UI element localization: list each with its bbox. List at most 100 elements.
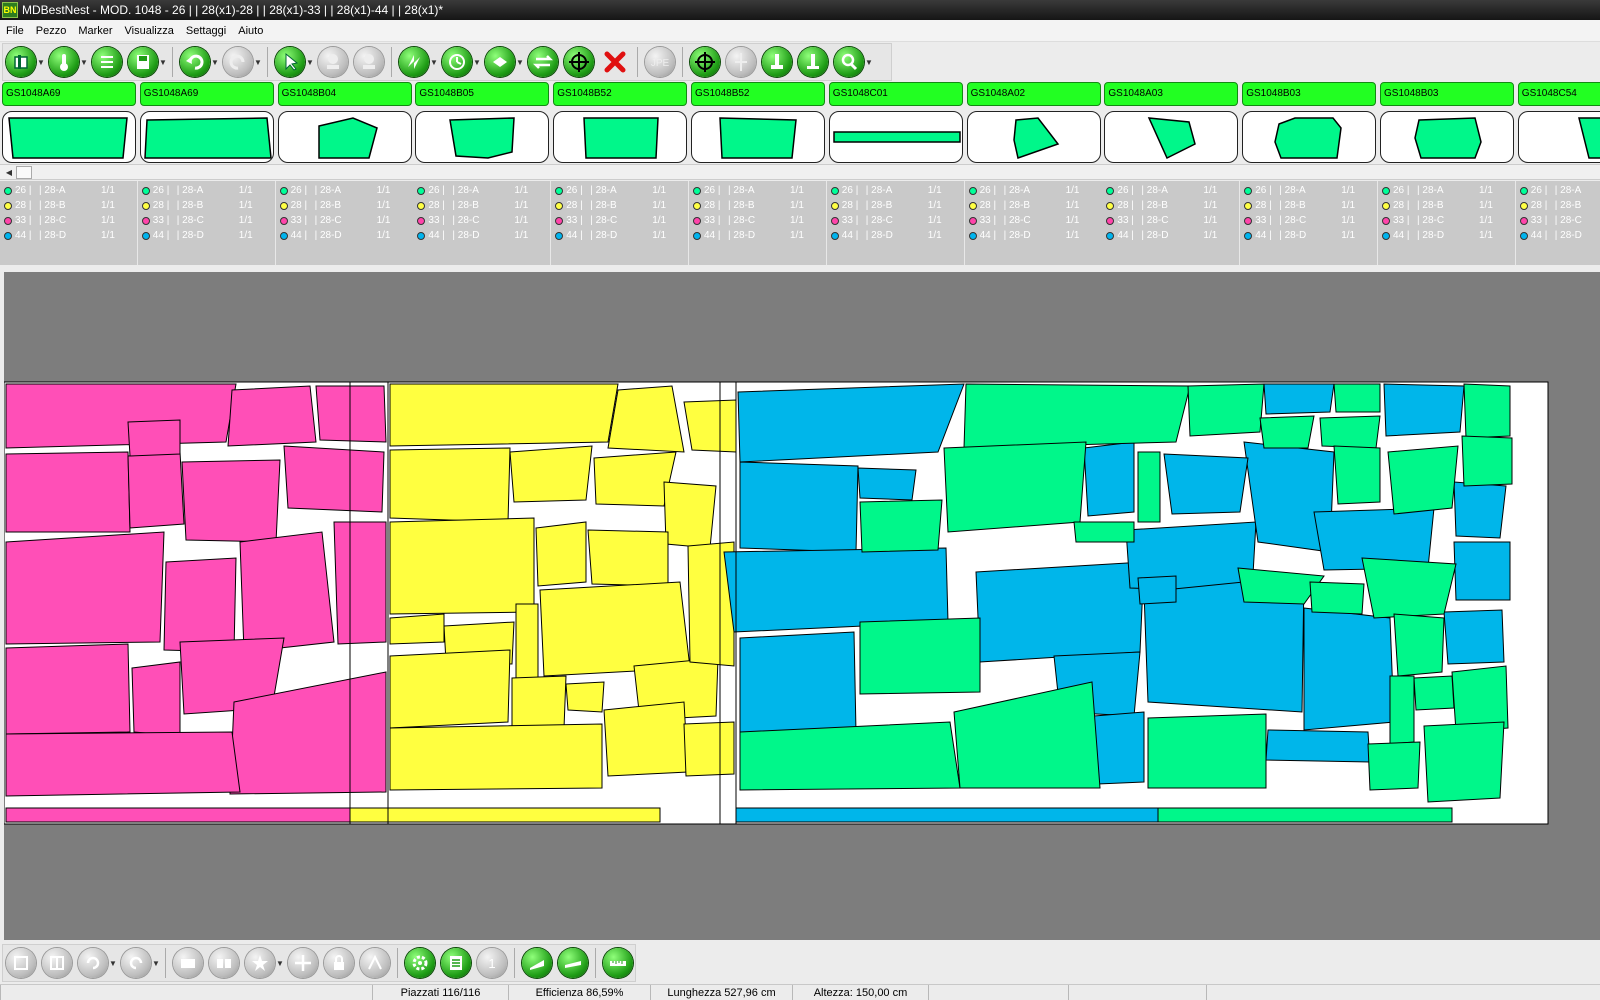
chevron-down-icon[interactable]: ▼ (864, 47, 874, 77)
size-row[interactable]: 28 || 28-B1/1 (141, 198, 275, 213)
size-row[interactable]: 26 | | 28-A 1/1 (417, 183, 550, 198)
chevron-down-icon[interactable]: ▼ (275, 948, 285, 978)
piece-thumbnail[interactable] (553, 111, 688, 163)
measure-button[interactable] (762, 47, 792, 77)
piece-label[interactable]: GS1048C54 (1517, 82, 1600, 106)
chevron-down-icon[interactable]: ▼ (515, 47, 525, 77)
size-row[interactable]: 26 | | 28-A 1/1 (830, 183, 964, 198)
crosshair-button[interactable] (564, 47, 594, 77)
save-button[interactable] (128, 47, 158, 77)
size-row[interactable]: 33 || 28-C1/1 (555, 213, 688, 228)
report-button[interactable] (441, 948, 471, 978)
menu-file[interactable]: File (0, 25, 30, 37)
size-row[interactable]: 28 || 28-B1/1 (1106, 198, 1239, 213)
size-row[interactable]: 33 || 28-C1/1 (417, 213, 550, 228)
piece-thumbnail[interactable] (1517, 111, 1600, 163)
size-row[interactable]: 44 | | 28-D 1/1 (1382, 228, 1515, 243)
size-row[interactable]: 44 | | 28-D 1/1 (968, 228, 1102, 243)
piece-thumbnail[interactable] (966, 111, 1101, 163)
piece-card[interactable]: GS1048B04 (276, 82, 412, 164)
piece-label[interactable]: GS1048C01 (828, 82, 963, 106)
size-row[interactable]: 28 || 28-B1/1 (279, 198, 413, 213)
size-row[interactable]: 33 || 28-C1/1 (693, 213, 826, 228)
piece-thumbnail[interactable] (1104, 111, 1239, 163)
menu-aiuto[interactable]: Aiuto (232, 25, 269, 37)
compact-button[interactable] (485, 47, 515, 77)
piece-label[interactable]: GS1048B52 (691, 82, 825, 106)
ruler-button[interactable] (603, 948, 633, 978)
chevron-down-icon[interactable]: ▼ (472, 47, 482, 77)
settings-gear-button[interactable] (405, 948, 435, 978)
size-row[interactable]: 44 | | 28-D 1/1 (693, 228, 826, 243)
piece-label[interactable]: GS1048B03 (1380, 82, 1514, 106)
chevron-down-icon[interactable]: ▼ (108, 948, 118, 978)
size-row[interactable]: 26 | | 28-A 1/1 (1244, 183, 1377, 198)
size-row[interactable]: 44 | | 28-D 1/1 (830, 228, 964, 243)
size-row[interactable]: 26 | | 28-A 1/1 (555, 183, 688, 198)
scroll-thumb[interactable] (16, 166, 32, 179)
piece-thumbnail[interactable] (277, 111, 412, 163)
piece-thumbnail[interactable] (828, 111, 963, 163)
size-row[interactable]: 44 | | 28-D 1/1 (1244, 228, 1377, 243)
piece-thumbnail[interactable] (415, 111, 550, 163)
piece-label[interactable]: GS1048A69 (2, 82, 136, 106)
piece-card[interactable]: GS1048B52 (551, 82, 688, 164)
size-row[interactable]: 28 || 28-B1/1 (1244, 198, 1377, 213)
size-row[interactable]: 26 | | 28-A 1/1 (1106, 183, 1239, 198)
piece-label[interactable]: GS1048A03 (1104, 82, 1239, 106)
size-row[interactable]: 44 | | 28-D 1/1 (141, 228, 275, 243)
piece-card[interactable]: GS1048A69 (138, 82, 274, 164)
plotter-button[interactable] (522, 948, 552, 978)
size-row[interactable]: 33 || 28-C1/1 (1382, 213, 1515, 228)
piece-card[interactable]: GS1048C01 (827, 82, 963, 164)
menu-settaggi[interactable]: Settaggi (180, 25, 232, 37)
piece-thumbnail[interactable] (1380, 111, 1514, 163)
size-row[interactable]: 28 || 28-B1/1 (830, 198, 964, 213)
cutter-button[interactable] (558, 948, 588, 978)
size-row[interactable]: 33 || 28-C1/1 (279, 213, 413, 228)
thermometer-button[interactable] (49, 47, 79, 77)
piece-label[interactable]: GS1048A69 (139, 82, 274, 106)
size-row[interactable]: 33 || 28-C1/1 (141, 213, 275, 228)
size-row[interactable]: 28 || 28-B1/1 (4, 198, 137, 213)
chevron-down-icon[interactable]: ▼ (253, 47, 263, 77)
auto-nest-button[interactable] (399, 47, 429, 77)
menu-marker[interactable]: Marker (72, 25, 118, 37)
undo-button[interactable] (180, 47, 210, 77)
size-row[interactable]: 28 || 28-B1/1 (968, 198, 1102, 213)
size-row[interactable]: 28 || 28-B1/1 (1519, 198, 1600, 213)
size-row[interactable]: 33 || 28-C1/1 (1519, 213, 1600, 228)
chevron-down-icon[interactable]: ▼ (79, 47, 89, 77)
target-button[interactable] (690, 47, 720, 77)
chevron-down-icon[interactable]: ▼ (305, 47, 315, 77)
size-row[interactable]: 28 || 28-B1/1 (1382, 198, 1515, 213)
piece-label[interactable]: GS1048A02 (966, 82, 1101, 106)
piece-strip-scrollbar[interactable]: ◀ (0, 164, 1600, 180)
info-button[interactable] (798, 47, 828, 77)
delete-x-button[interactable] (600, 47, 630, 77)
piece-card[interactable]: GS1048A02 (965, 82, 1101, 164)
piece-card[interactable]: GS1048C54 (1516, 82, 1600, 164)
size-row[interactable]: 33 || 28-C1/1 (4, 213, 137, 228)
chevron-down-icon[interactable]: ▼ (210, 47, 220, 77)
size-row[interactable]: 33 || 28-C1/1 (1244, 213, 1377, 228)
timer-nest-button[interactable] (442, 47, 472, 77)
size-row[interactable]: 28 || 28-B1/1 (693, 198, 826, 213)
piece-label[interactable]: GS1048B03 (1242, 82, 1377, 106)
piece-label[interactable]: GS1048B52 (553, 82, 688, 106)
size-row[interactable]: 44 | | 28-D 1/1 (417, 228, 550, 243)
piece-thumbnail[interactable] (139, 111, 274, 163)
piece-label[interactable]: GS1048B04 (277, 82, 412, 106)
open-folder-button[interactable] (6, 47, 36, 77)
chevron-down-icon[interactable]: ▼ (158, 47, 168, 77)
piece-card[interactable]: GS1048B05 (413, 82, 550, 164)
menu-pezzo[interactable]: Pezzo (30, 25, 73, 37)
size-row[interactable]: 33 || 28-C1/1 (968, 213, 1102, 228)
piece-card[interactable]: GS1048B03 (1240, 82, 1377, 164)
piece-thumbnail[interactable] (691, 111, 825, 163)
piece-card[interactable]: GS1048B52 (689, 82, 825, 164)
size-row[interactable]: 44 | | 28-D 1/1 (279, 228, 413, 243)
piece-card[interactable]: GS1048A03 (1102, 82, 1239, 164)
marker-canvas[interactable] (4, 272, 1600, 940)
zoom-button[interactable] (834, 47, 864, 77)
